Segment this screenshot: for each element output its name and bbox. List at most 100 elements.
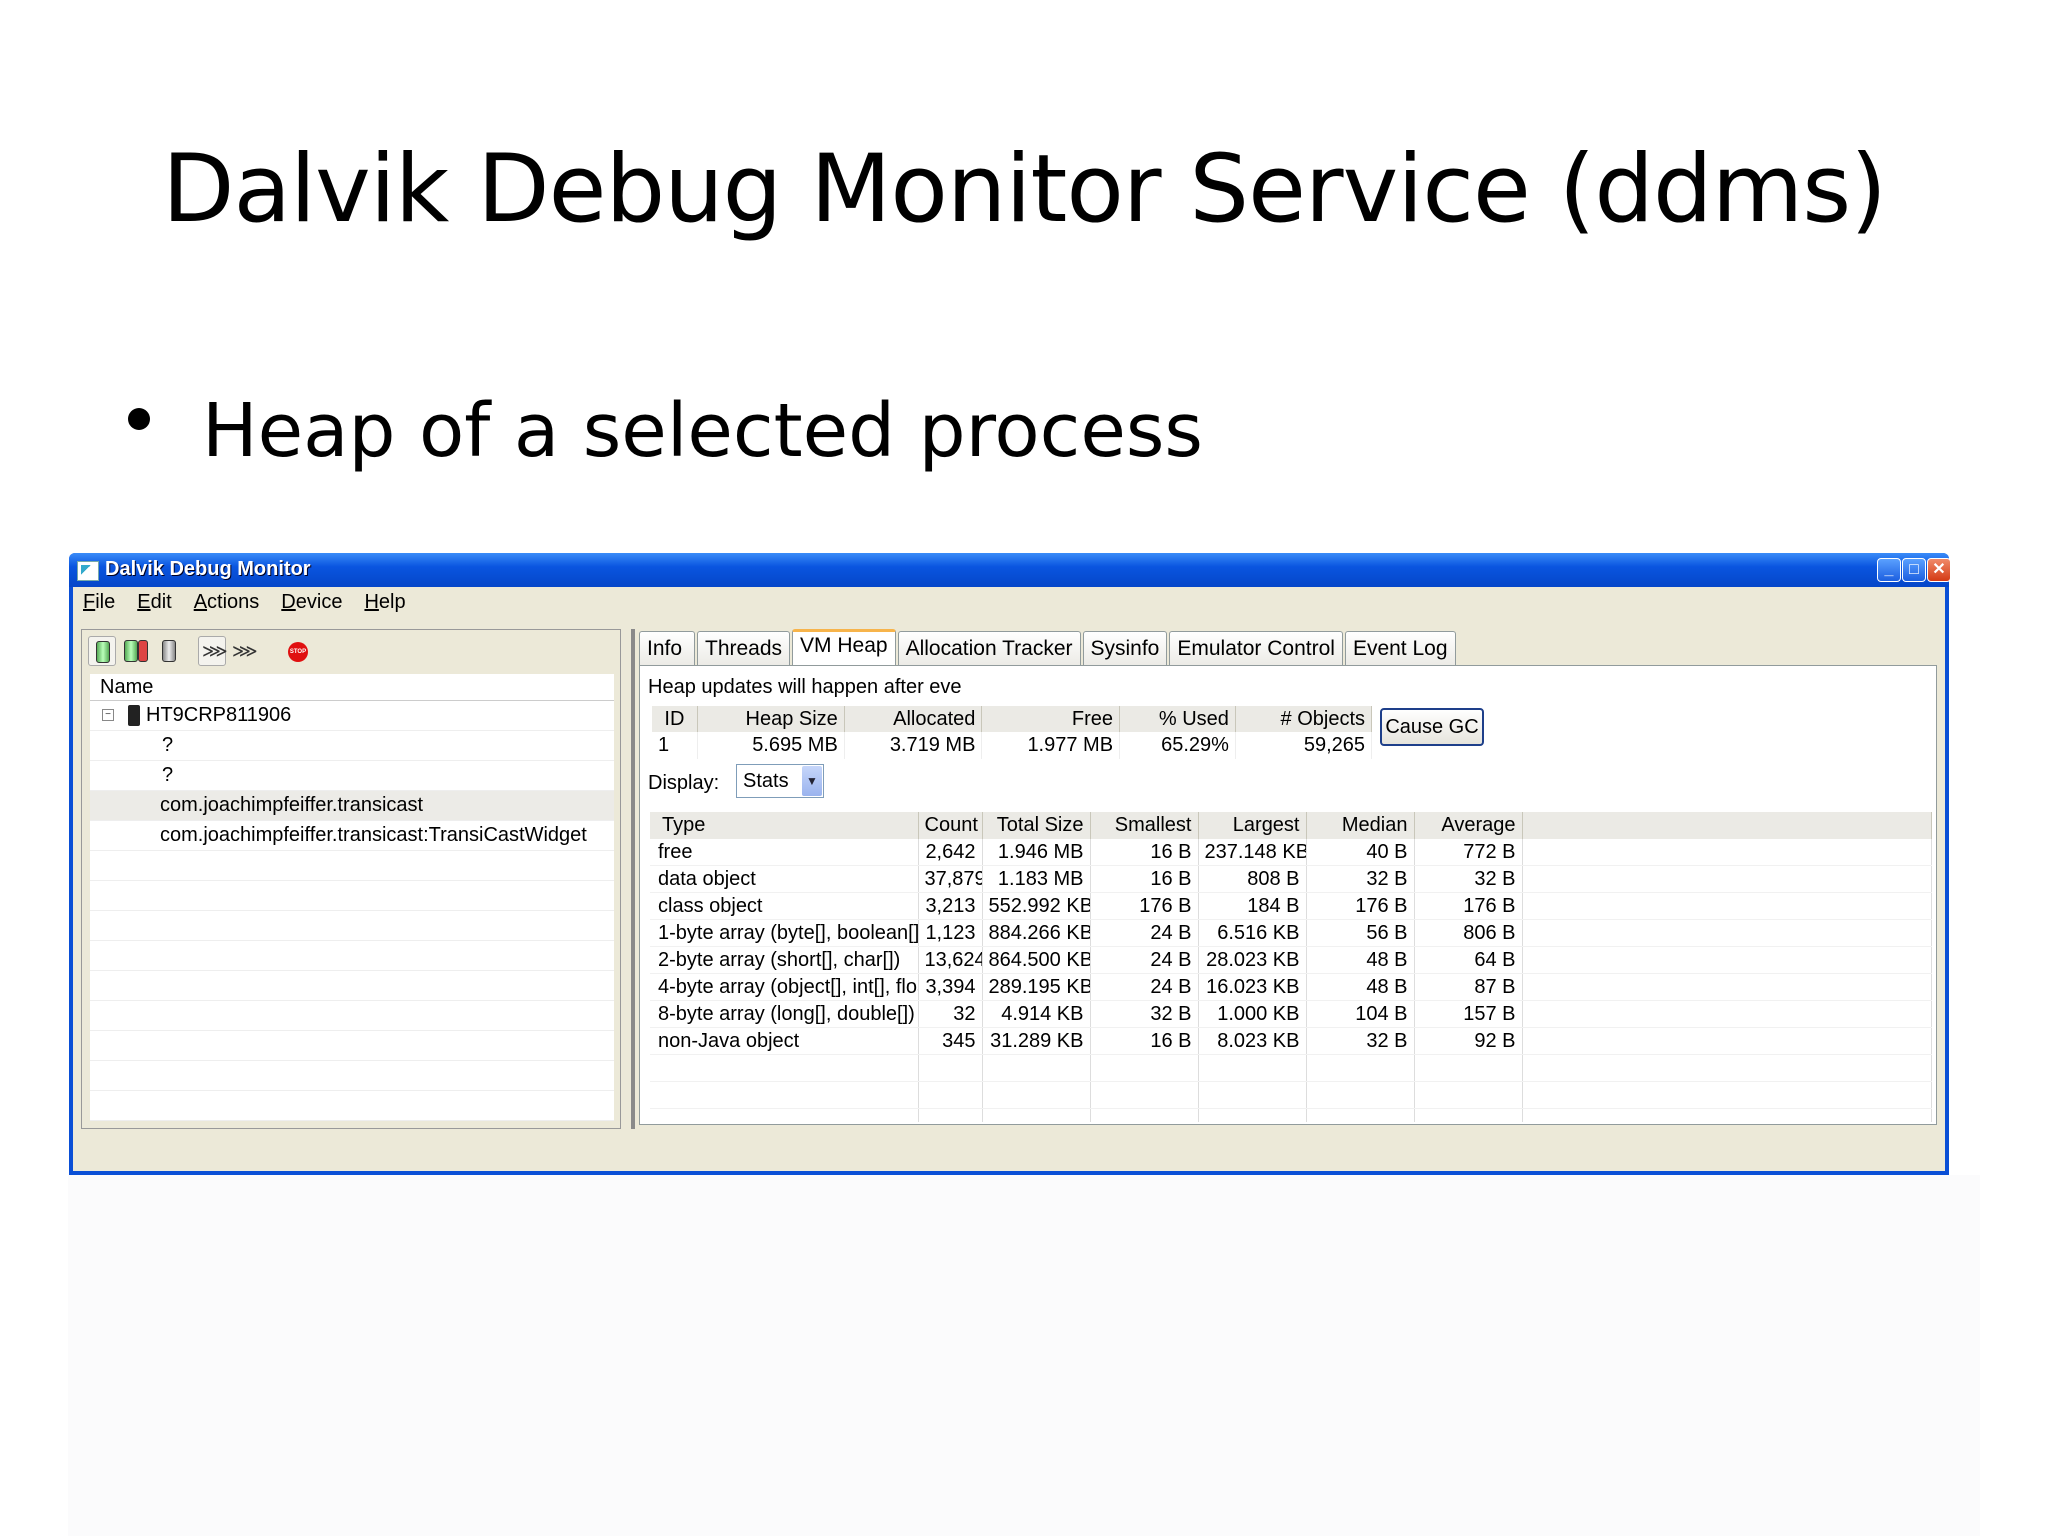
start-method-profiling-icon[interactable]: ⋙: [232, 640, 258, 662]
menu-mnemonic: E: [137, 590, 151, 613]
tab-info[interactable]: Info: [639, 631, 695, 665]
table-row[interactable]: free 2,642 1.946 MB 16 B 237.148 KB 40 B 772 B: [650, 839, 1932, 866]
process-row[interactable]: com.joachimpfeiffer.transicast: [90, 791, 614, 821]
stats-cell: 157 B: [1414, 1000, 1523, 1028]
stop-process-icon[interactable]: STOP: [288, 642, 308, 662]
menu-label: ile: [95, 590, 116, 613]
tab-strip: Info Threads VM Heap Allocation Tracker Sysi…: [639, 629, 1458, 665]
summary-header[interactable]: Free: [981, 706, 1121, 732]
stats-header[interactable]: Type: [650, 812, 919, 839]
stats-cell: class object: [650, 892, 919, 920]
cause-gc-button[interactable]: Cause GC: [1380, 708, 1484, 746]
menu-file[interactable]: File: [73, 591, 127, 614]
stats-cell: 3,213: [918, 892, 983, 920]
tab-allocation-tracker[interactable]: Allocation Tracker: [897, 631, 1081, 665]
stats-cell: 24 B: [1090, 946, 1199, 974]
minimize-button[interactable]: _: [1877, 558, 1901, 582]
table-row[interactable]: non-Java object 345 31.289 KB 16 B 8.023 KB 3…: [650, 1027, 1932, 1055]
stats-cell-filler: [1522, 892, 1932, 920]
stats-cell: 176 B: [1090, 892, 1199, 920]
stats-cell: 184 B: [1198, 892, 1307, 920]
stats-cell-empty: [1306, 1081, 1415, 1109]
tab-emulator-control[interactable]: Emulator Control: [1169, 631, 1343, 665]
tab-vm-heap[interactable]: VM Heap: [792, 629, 896, 665]
display-select[interactable]: Stats ▼: [736, 764, 824, 798]
process-name: ?: [162, 734, 174, 756]
stats-header[interactable]: Count: [918, 812, 983, 839]
stats-header[interactable]: Average: [1414, 812, 1523, 839]
table-row[interactable]: class object 3,213 552.992 KB 176 B 184 B 176…: [650, 892, 1932, 920]
summary-header[interactable]: Allocated: [844, 706, 983, 732]
empty-row: [650, 1081, 1932, 1109]
process-row[interactable]: ?: [90, 731, 614, 761]
menu-actions[interactable]: Actions: [184, 591, 272, 614]
stats-cell-empty: [650, 1081, 919, 1109]
process-name: ?: [162, 764, 174, 786]
menu-mnemonic: A: [193, 590, 208, 613]
close-button[interactable]: ✕: [1927, 558, 1951, 582]
stats-header-filler: [1522, 812, 1932, 839]
table-row[interactable]: 8-byte array (long[], double[]) 32 4.914 K…: [650, 1000, 1932, 1028]
table-row[interactable]: data object 37,879 1.183 MB 16 B 808 B 32 B 32…: [650, 865, 1932, 893]
stats-cell: 176 B: [1306, 892, 1415, 920]
process-row[interactable]: ?: [90, 761, 614, 791]
vm-heap-panel: Heap updates will happen after eve ID Hea…: [639, 665, 1937, 1125]
table-row[interactable]: 4-byte array (object[], int[], float[])3…: [650, 973, 1932, 1001]
summary-header[interactable]: ID: [652, 706, 698, 732]
window-titlebar[interactable]: Dalvik Debug Monitor _ □ ✕: [69, 553, 1951, 587]
collapse-icon[interactable]: −: [102, 709, 114, 721]
stats-cell: 13,624: [918, 946, 983, 974]
tab-event-log[interactable]: Event Log: [1344, 631, 1456, 665]
tab-sysinfo[interactable]: Sysinfo: [1082, 631, 1168, 665]
summary-cell: 65.29%: [1119, 732, 1236, 759]
update-heap-button[interactable]: [88, 636, 116, 666]
stats-cell: 2-byte array (short[], char[]): [650, 946, 919, 974]
process-row[interactable]: com.joachimpfeiffer.transicast:TransiCas…: [90, 821, 614, 851]
menu-device[interactable]: Device: [271, 591, 354, 614]
maximize-button[interactable]: □: [1902, 558, 1926, 582]
stats-cell: 16 B: [1090, 865, 1199, 893]
tab-threads[interactable]: Threads: [697, 631, 791, 665]
stats-cell-empty: [1306, 1108, 1415, 1122]
stats-cell: 32 B: [1090, 1000, 1199, 1028]
table-row[interactable]: 1-byte array (byte[], boolean[]) 1,123 884…: [650, 919, 1932, 947]
device-row[interactable]: − HT9CRP811906: [90, 701, 614, 731]
empty-row: [90, 881, 614, 911]
stats-cell: 552.992 KB: [982, 892, 1091, 920]
stats-cell: 1-byte array (byte[], boolean[]): [650, 919, 919, 947]
menu-edit[interactable]: Edit: [127, 591, 183, 614]
stats-cell: data object: [650, 865, 919, 893]
summary-header[interactable]: # Objects: [1235, 706, 1373, 732]
table-row[interactable]: 2-byte array (short[], char[]) 13,624 864.…: [650, 946, 1932, 974]
stats-cell: 16 B: [1090, 839, 1199, 866]
menu-mnemonic: F: [83, 590, 96, 613]
stats-cell: 2,642: [918, 839, 983, 866]
stats-cell-empty: [1090, 1108, 1199, 1122]
threads-icon: ⋙: [202, 641, 228, 661]
process-name: com.joachimpfeiffer.transicast: [160, 794, 424, 816]
summary-cell: 1.977 MB: [981, 732, 1121, 759]
cause-gc-icon[interactable]: [162, 640, 176, 662]
stats-cell-empty: [982, 1054, 1091, 1082]
stats-header[interactable]: Smallest: [1090, 812, 1199, 839]
menu-label: dit: [150, 590, 172, 613]
stats-header[interactable]: Median: [1306, 812, 1415, 839]
stats-cell: non-Java object: [650, 1027, 919, 1055]
stats-cell: 176 B: [1414, 892, 1523, 920]
stats-cell: 32 B: [1306, 1027, 1415, 1055]
stats-cell: 64 B: [1414, 946, 1523, 974]
stats-cell: 16.023 KB: [1198, 973, 1307, 1001]
stats-cell-empty: [1090, 1054, 1199, 1082]
stats-cell: 28.023 KB: [1198, 946, 1307, 974]
menu-help[interactable]: Help: [354, 591, 417, 614]
stats-header[interactable]: Largest: [1198, 812, 1307, 839]
process-name: com.joachimpfeiffer.transicast:TransiCas…: [160, 824, 587, 846]
ddms-window: Dalvik Debug Monitor _ □ ✕ File Edit Actio…: [69, 553, 1951, 1175]
stats-header[interactable]: Total Size: [982, 812, 1091, 839]
summary-header[interactable]: % Used: [1119, 706, 1236, 732]
summary-header[interactable]: Heap Size: [697, 706, 845, 732]
chevron-down-icon[interactable]: ▼: [802, 766, 822, 796]
update-threads-button[interactable]: ⋙: [198, 636, 228, 666]
stats-cell: 4.914 KB: [982, 1000, 1091, 1028]
dump-hprof-icon[interactable]: [124, 640, 138, 662]
